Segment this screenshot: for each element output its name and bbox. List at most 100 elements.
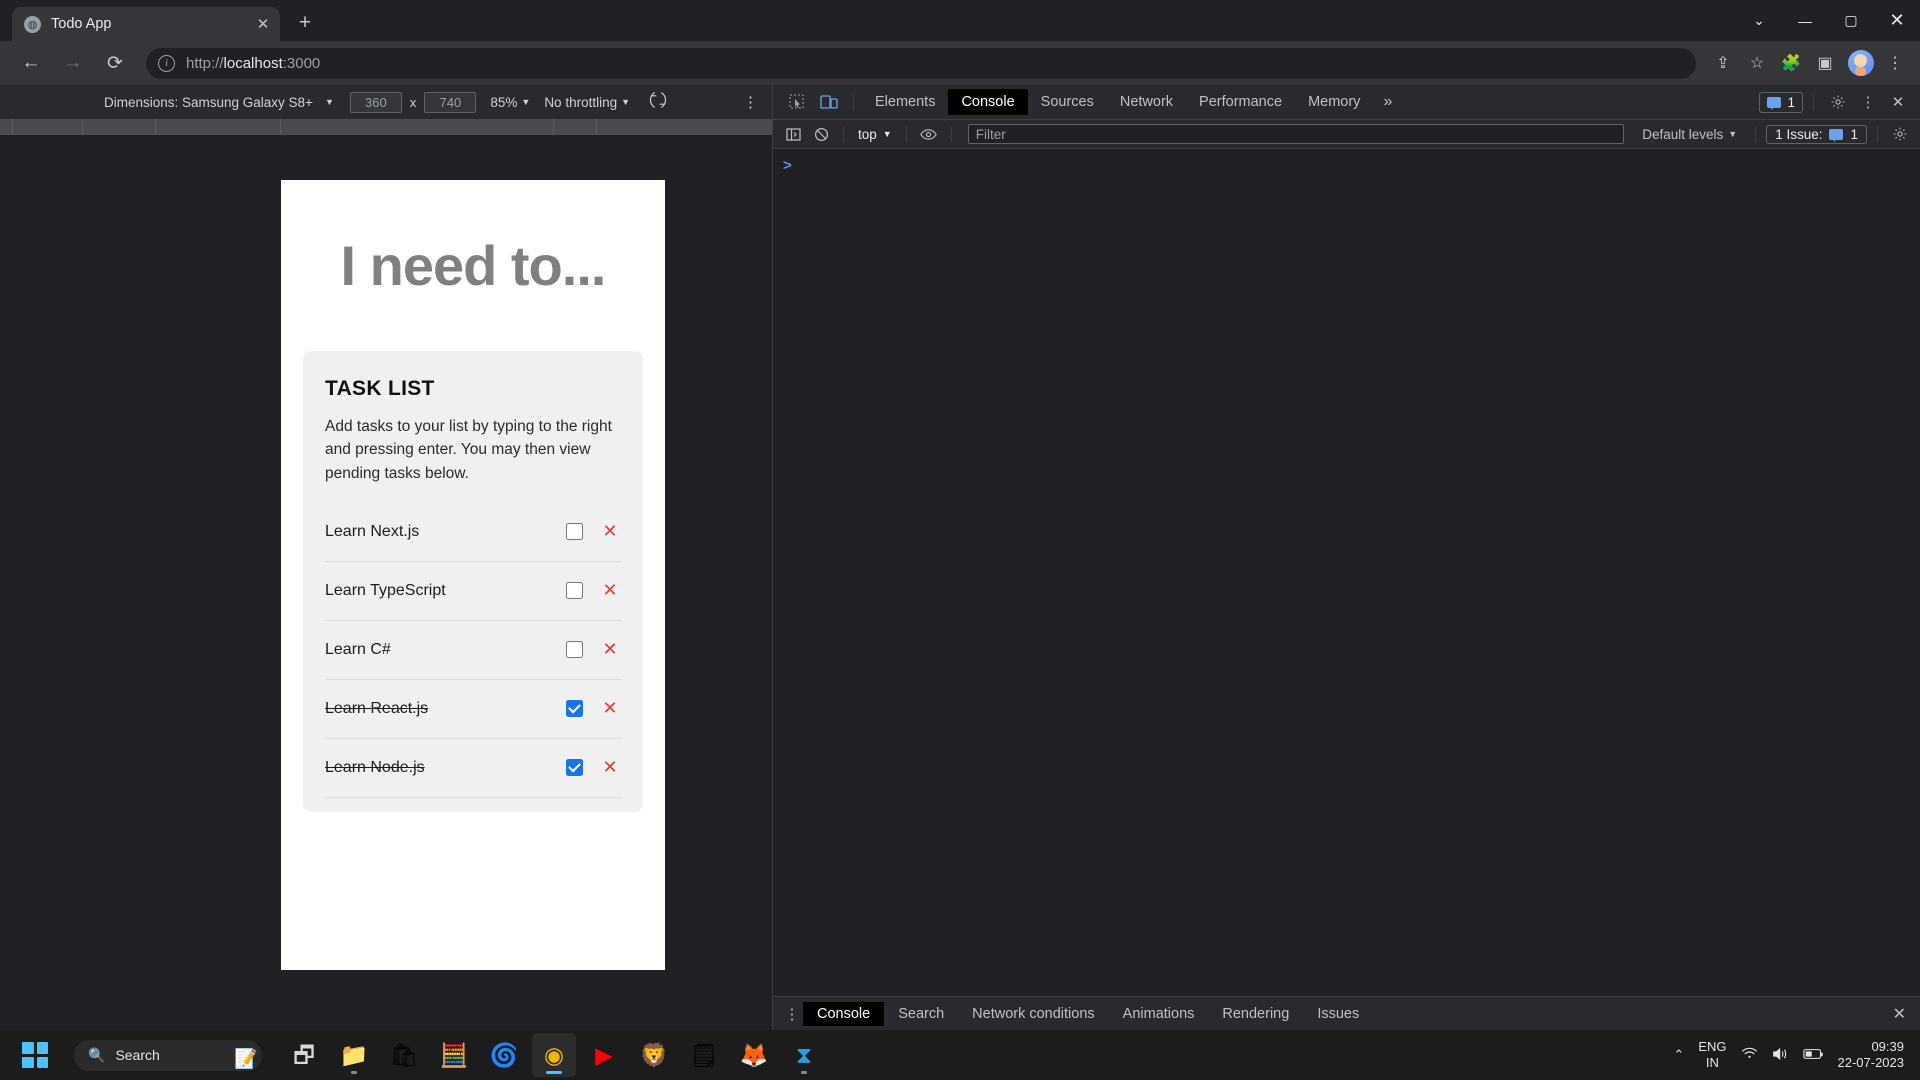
language-indicator[interactable]: ENG IN xyxy=(1698,1039,1726,1070)
divider xyxy=(1755,126,1757,142)
taskbar-app-youtube[interactable]: ▶ xyxy=(582,1033,626,1077)
task-checkbox[interactable] xyxy=(566,582,583,600)
sidebar-toggle-icon[interactable] xyxy=(781,123,805,145)
close-drawer-icon[interactable]: ✕ xyxy=(1893,1004,1920,1024)
device-toggle-icon[interactable] xyxy=(815,89,843,115)
device-dimensions-label[interactable]: Dimensions: Samsung Galaxy S8+ xyxy=(104,95,313,110)
taskbar-app-microsoft-edge[interactable]: 🌀 xyxy=(482,1033,526,1077)
drawer-tab-network-conditions[interactable]: Network conditions xyxy=(958,1002,1109,1026)
taskbar-app-calculator[interactable]: 🧮 xyxy=(432,1033,476,1077)
divider xyxy=(950,126,952,142)
device-toolbar-menu-icon[interactable]: ⋮ xyxy=(743,93,758,111)
more-tabs-icon[interactable]: » xyxy=(1373,93,1402,111)
gear-icon[interactable] xyxy=(1824,89,1852,115)
windows-taskbar: 🔍 Search 📝 🗗 📁 🛍 🧮 🌀 ◉ ▶ 🦁 🗒 🦊 ⧗ ⌃ ENG I… xyxy=(0,1030,1920,1080)
taskbar-app-file-explorer[interactable]: 📁 xyxy=(332,1033,376,1077)
search-input[interactable]: 🔍 Search 📝 xyxy=(74,1039,262,1071)
drawer-tab-search[interactable]: Search xyxy=(884,1002,958,1026)
taskbar-app-google-chrome[interactable]: ◉ xyxy=(532,1033,576,1077)
extensions-puzzle-icon[interactable]: 🧩 xyxy=(1776,48,1806,78)
clock[interactable]: 09:39 22-07-2023 xyxy=(1838,1039,1905,1072)
drawer-menu-icon[interactable]: ⋮ xyxy=(781,1005,803,1023)
profile-avatar[interactable] xyxy=(1848,50,1874,76)
new-tab-button[interactable]: + xyxy=(292,9,318,35)
chevron-down-icon[interactable]: ▼ xyxy=(325,97,334,107)
side-panel-icon[interactable]: ▣ xyxy=(1810,48,1840,78)
wifi-icon[interactable] xyxy=(1741,1047,1758,1063)
live-expression-eye-icon[interactable] xyxy=(917,123,941,145)
devtools-menu-icon[interactable]: ⋮ xyxy=(1854,89,1882,115)
tray-overflow-chevron-icon[interactable]: ⌃ xyxy=(1673,1047,1684,1063)
start-button[interactable] xyxy=(22,1042,48,1068)
delete-task-icon[interactable]: ✕ xyxy=(599,757,621,778)
minimize-button[interactable]: — xyxy=(1782,0,1828,41)
execution-context-select[interactable]: top ▼ xyxy=(854,127,896,142)
taskbar-app-notepad[interactable]: 🗒 xyxy=(682,1033,726,1077)
issues-badge[interactable]: 1 Issue: 1 xyxy=(1766,124,1867,144)
close-window-button[interactable]: ✕ xyxy=(1874,0,1920,41)
taskbar-app-microsoft-store[interactable]: 🛍 xyxy=(382,1033,426,1077)
delete-task-icon[interactable]: ✕ xyxy=(599,580,621,601)
device-width-input[interactable]: 360 xyxy=(349,91,402,113)
forward-icon[interactable]: → xyxy=(56,46,90,80)
close-icon[interactable]: ✕ xyxy=(254,15,272,33)
chevron-down-icon[interactable]: ⌄ xyxy=(1736,0,1782,41)
issues-label: 1 Issue: xyxy=(1775,126,1823,142)
delete-task-icon[interactable]: ✕ xyxy=(599,639,621,660)
maximize-button[interactable]: ▢ xyxy=(1828,0,1874,41)
console-output-area[interactable]: > xyxy=(773,149,1920,996)
taskbar-app-vscode[interactable]: ⧗ xyxy=(782,1033,826,1077)
taskbar-apps: 🔍 Search 📝 🗗 📁 🛍 🧮 🌀 ◉ ▶ 🦁 🗒 🦊 ⧗ xyxy=(22,1033,826,1077)
console-settings-gear-icon[interactable] xyxy=(1888,123,1912,145)
log-levels-label: Default levels xyxy=(1642,126,1724,142)
issues-count: 1 xyxy=(1850,126,1858,142)
inspect-element-icon[interactable] xyxy=(783,89,811,115)
share-icon[interactable]: ⇪ xyxy=(1708,48,1738,78)
tab-network[interactable]: Network xyxy=(1107,89,1186,115)
rotate-icon[interactable] xyxy=(648,90,668,115)
message-count-badge[interactable]: 1 xyxy=(1759,91,1803,113)
task-checkbox[interactable] xyxy=(566,759,583,777)
console-filter-input[interactable]: Filter xyxy=(967,124,1625,144)
site-info-icon[interactable]: i xyxy=(158,54,175,72)
tab-sources[interactable]: Sources xyxy=(1028,89,1107,115)
log-levels-select[interactable]: Default levels ▼ xyxy=(1634,127,1745,142)
taskbar-app-task-view[interactable]: 🗗 xyxy=(282,1033,326,1077)
tab-elements[interactable]: Elements xyxy=(862,89,948,115)
divider xyxy=(843,126,844,142)
taskbar-app-firefox[interactable]: 🦊 xyxy=(732,1033,776,1077)
delete-task-icon[interactable]: ✕ xyxy=(599,698,621,719)
taskbar-app-brave[interactable]: 🦁 xyxy=(632,1033,676,1077)
task-checkbox[interactable] xyxy=(566,523,583,541)
battery-icon[interactable] xyxy=(1802,1048,1824,1063)
drawer-tab-animations[interactable]: Animations xyxy=(1109,1002,1209,1026)
tab-performance[interactable]: Performance xyxy=(1186,89,1295,115)
tab-console[interactable]: Console xyxy=(948,89,1028,115)
drawer-tab-rendering[interactable]: Rendering xyxy=(1208,1002,1303,1026)
clear-console-icon[interactable] xyxy=(809,123,833,145)
chevron-down-icon[interactable]: ▼ xyxy=(521,97,530,107)
browser-tab[interactable]: ◍ Todo App ✕ xyxy=(12,7,280,41)
divider xyxy=(1813,93,1814,111)
chevron-down-icon[interactable]: ▼ xyxy=(621,97,630,107)
zoom-level[interactable]: 85% xyxy=(490,95,517,110)
card-description: Add tasks to your list by typing to the … xyxy=(325,418,612,482)
volume-icon[interactable] xyxy=(1772,1047,1789,1064)
device-height-input[interactable]: 740 xyxy=(424,91,477,113)
back-icon[interactable]: ← xyxy=(14,46,48,80)
delete-task-icon[interactable]: ✕ xyxy=(599,521,621,542)
drawer-tab-console[interactable]: Console xyxy=(803,1001,885,1026)
close-devtools-icon[interactable]: ✕ xyxy=(1884,89,1912,115)
console-prompt-row[interactable]: > xyxy=(773,155,1920,175)
search-icon: 🔍 xyxy=(88,1046,106,1063)
drawer-tab-issues[interactable]: Issues xyxy=(1303,1002,1373,1026)
task-checkbox[interactable] xyxy=(566,700,583,718)
address-bar[interactable]: i http://localhost:3000 xyxy=(146,47,1696,79)
throttling-select[interactable]: No throttling xyxy=(544,95,617,110)
bookmark-star-icon[interactable]: ☆ xyxy=(1742,48,1772,78)
reload-icon[interactable]: ⟳ xyxy=(98,46,132,80)
execution-context-label: top xyxy=(858,126,877,142)
tab-memory[interactable]: Memory xyxy=(1295,89,1373,115)
task-checkbox[interactable] xyxy=(566,641,583,659)
browser-menu-icon[interactable]: ⋮ xyxy=(1880,48,1910,78)
